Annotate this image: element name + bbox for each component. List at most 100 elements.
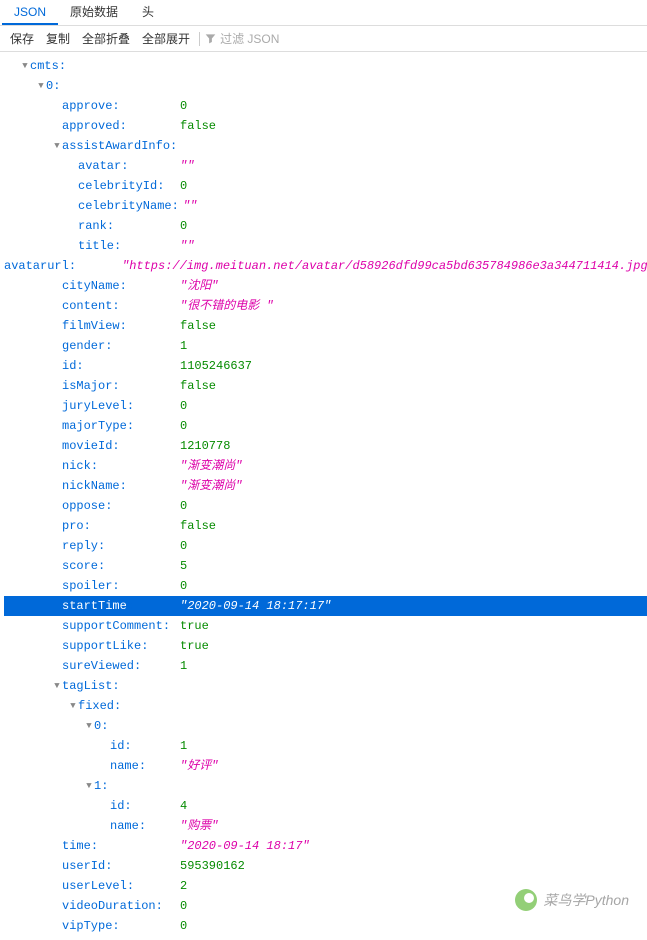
watermark: 菜鸟学Python (515, 889, 629, 911)
json-value: 0 (176, 396, 187, 416)
json-row[interactable]: ▼fixed: (4, 696, 647, 716)
json-row[interactable]: name:"好评" (4, 756, 647, 776)
json-row[interactable]: cityName:"沈阳" (4, 276, 647, 296)
json-value: "渐变潮尚" (176, 456, 242, 476)
json-row[interactable]: filmView:false (4, 316, 647, 336)
json-row[interactable]: movieId:1210778 (4, 436, 647, 456)
json-row[interactable]: rank:0 (4, 216, 647, 236)
json-value: true (176, 636, 209, 656)
json-value: "购票" (176, 816, 218, 836)
json-row[interactable]: sureViewed:1 (4, 656, 647, 676)
json-row[interactable]: avatar:"" (4, 156, 647, 176)
expand-toggle-icon[interactable]: ▼ (84, 776, 94, 796)
json-row[interactable]: majorType:0 (4, 416, 647, 436)
tab-json[interactable]: JSON (2, 1, 58, 25)
json-value: "https://img.meituan.net/avatar/d58926df… (118, 256, 647, 276)
watermark-text: 菜鸟学Python (543, 890, 629, 910)
json-row[interactable]: pro:false (4, 516, 647, 536)
expand-toggle-icon[interactable]: ▼ (52, 136, 62, 156)
json-row[interactable]: ▼assistAwardInfo: (4, 136, 647, 156)
tab-headers[interactable]: 头 (130, 0, 166, 26)
collapse-all-button[interactable]: 全部折叠 (76, 27, 136, 50)
json-row[interactable]: supportComment:true (4, 616, 647, 636)
json-row[interactable]: celebrityName:"" (4, 196, 647, 216)
json-row[interactable]: juryLevel:0 (4, 396, 647, 416)
json-value: 0 (176, 416, 187, 436)
json-value: 1 (176, 656, 187, 676)
json-key: content: (62, 296, 176, 316)
json-value: "2020-09-14 18:17" (176, 836, 310, 856)
json-row[interactable]: content:"很不错的电影 " (4, 296, 647, 316)
json-key: userId: (62, 856, 176, 876)
json-row[interactable]: supportLike:true (4, 636, 647, 656)
json-row[interactable]: celebrityId:0 (4, 176, 647, 196)
json-value: 1 (176, 736, 187, 756)
json-row[interactable]: id:1 (4, 736, 647, 756)
save-button[interactable]: 保存 (4, 27, 40, 50)
json-value: 0 (176, 176, 187, 196)
copy-button[interactable]: 复制 (40, 27, 76, 50)
json-value: 0 (176, 896, 187, 916)
json-key: assistAwardInfo: (62, 136, 177, 156)
json-row[interactable]: approve:0 (4, 96, 647, 116)
json-row[interactable]: startTime:"2020-09-14 18:17:17" (4, 596, 647, 616)
expand-toggle-icon[interactable]: ▼ (20, 56, 30, 76)
json-row[interactable]: isMajor:false (4, 376, 647, 396)
json-row[interactable]: name:"购票" (4, 816, 647, 836)
json-key: id: (110, 796, 176, 816)
json-value: false (176, 316, 216, 336)
expand-toggle-icon[interactable]: ▼ (84, 716, 94, 736)
expand-toggle-icon[interactable]: ▼ (36, 76, 46, 96)
json-row[interactable]: reply:0 (4, 536, 647, 556)
json-row[interactable]: time:"2020-09-14 18:17" (4, 836, 647, 856)
tab-bar: JSON 原始数据 头 (0, 0, 647, 26)
json-row[interactable]: id:4 (4, 796, 647, 816)
json-row[interactable]: avatarurl:"https://img.meituan.net/avata… (4, 256, 647, 276)
json-key: name: (110, 756, 176, 776)
json-key: filmView: (62, 316, 176, 336)
json-row[interactable]: ▼cmts: (4, 56, 647, 76)
json-row[interactable]: spoiler:0 (4, 576, 647, 596)
json-key: isMajor: (62, 376, 176, 396)
json-key: sureViewed: (62, 656, 176, 676)
json-row[interactable]: ▼0: (4, 76, 647, 96)
json-row[interactable]: gender:1 (4, 336, 647, 356)
json-value: "2020-09-14 18:17:17" (176, 596, 331, 616)
json-key: reply: (62, 536, 176, 556)
json-key: celebrityName: (78, 196, 179, 216)
json-row[interactable]: nickName:"渐变潮尚" (4, 476, 647, 496)
json-key: title: (78, 236, 176, 256)
filter-json[interactable]: 过滤 JSON (205, 30, 279, 47)
json-row[interactable]: nick:"渐变潮尚" (4, 456, 647, 476)
json-key: score: (62, 556, 176, 576)
json-key: majorType: (62, 416, 176, 436)
expand-toggle-icon[interactable]: ▼ (52, 676, 62, 696)
json-row[interactable]: vipType:0 (4, 916, 647, 936)
json-value: "沈阳" (176, 276, 218, 296)
json-row[interactable]: oppose:0 (4, 496, 647, 516)
expand-toggle-icon[interactable]: ▼ (68, 696, 78, 716)
json-row[interactable]: ▼0: (4, 716, 647, 736)
json-key: supportLike: (62, 636, 176, 656)
json-row[interactable]: ▼tagList: (4, 676, 647, 696)
json-row[interactable]: id:1105246637 (4, 356, 647, 376)
json-row[interactable]: userId:595390162 (4, 856, 647, 876)
json-row[interactable]: score:5 (4, 556, 647, 576)
json-key: startTime: (62, 596, 176, 616)
json-key: avatar: (78, 156, 176, 176)
json-key: cityName: (62, 276, 176, 296)
json-key: 0: (46, 76, 176, 96)
expand-all-button[interactable]: 全部展开 (136, 27, 196, 50)
tab-raw-data[interactable]: 原始数据 (58, 0, 130, 26)
json-key: celebrityId: (78, 176, 176, 196)
json-key: videoDuration: (62, 896, 176, 916)
json-key: vipType: (62, 916, 176, 936)
json-value: 1 (176, 336, 187, 356)
json-key: approved: (62, 116, 176, 136)
json-row[interactable]: approved:false (4, 116, 647, 136)
json-value: 1105246637 (176, 356, 252, 376)
toolbar-separator (199, 32, 200, 46)
json-row[interactable]: title:"" (4, 236, 647, 256)
json-row[interactable]: ▼1: (4, 776, 647, 796)
json-tree[interactable]: ▼cmts:▼0:approve:0approved:false▼assistA… (0, 52, 647, 940)
